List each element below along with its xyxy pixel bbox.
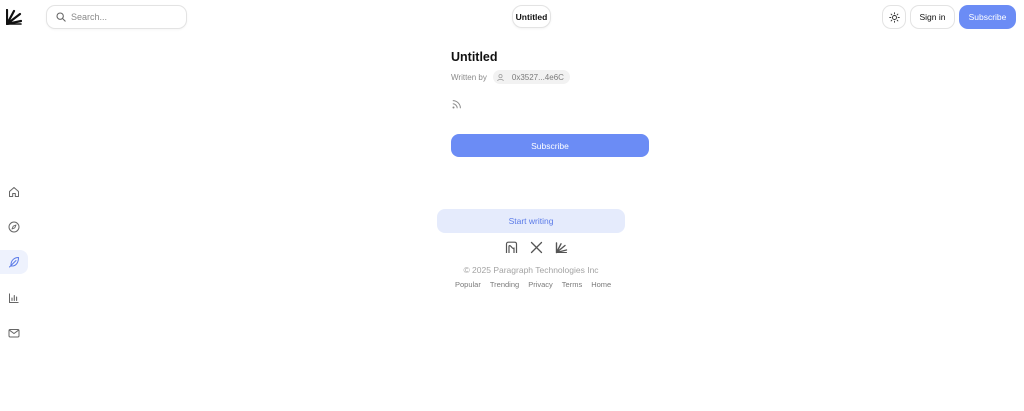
footer-link-popular[interactable]: Popular <box>455 280 481 289</box>
post-title: Untitled <box>451 50 498 64</box>
chart-icon <box>9 293 19 303</box>
home-icon <box>9 187 19 197</box>
search-input[interactable] <box>71 12 171 22</box>
sun-icon <box>888 11 900 23</box>
footer-links: Popular Trending Privacy Terms Home <box>455 280 611 289</box>
compass-icon <box>8 221 20 233</box>
publication-title-button[interactable]: Untitled <box>512 5 551 28</box>
x-icon[interactable] <box>530 241 543 254</box>
nav-inbox[interactable] <box>0 321 28 345</box>
page: Untitled Sign in Subscribe <box>0 0 1024 411</box>
header-subscribe-button[interactable]: Subscribe <box>959 5 1016 29</box>
theme-toggle-button[interactable] <box>882 5 906 29</box>
paragraph-logo-icon[interactable] <box>6 9 22 25</box>
written-by-label: Written by <box>451 72 487 82</box>
sign-in-button[interactable]: Sign in <box>910 5 955 29</box>
footer-link-terms[interactable]: Terms <box>562 280 582 289</box>
paragraph-icon[interactable] <box>555 241 568 254</box>
mail-icon <box>8 329 20 338</box>
search-icon <box>56 12 66 22</box>
byline: Written by 0x3527...4e6C <box>451 70 570 84</box>
nav-analytics[interactable] <box>0 286 28 310</box>
nav-explore[interactable] <box>0 215 28 239</box>
nav-home[interactable] <box>0 180 28 204</box>
social-links <box>505 241 568 254</box>
author-name: 0x3527...4e6C <box>511 72 564 82</box>
start-writing-button[interactable]: Start writing <box>437 209 625 233</box>
paragraph-logo-icon[interactable] <box>505 241 518 254</box>
copyright-text: © 2025 Paragraph Technologies Inc <box>463 265 599 275</box>
search-box[interactable] <box>46 5 187 29</box>
subscribe-button[interactable]: Subscribe <box>451 134 649 157</box>
footer-link-trending[interactable]: Trending <box>490 280 519 289</box>
user-icon <box>497 73 504 81</box>
footer-link-privacy[interactable]: Privacy <box>528 280 553 289</box>
footer-link-home[interactable]: Home <box>591 280 611 289</box>
rss-icon[interactable] <box>452 99 462 109</box>
author-chip[interactable]: 0x3527...4e6C <box>492 70 570 84</box>
